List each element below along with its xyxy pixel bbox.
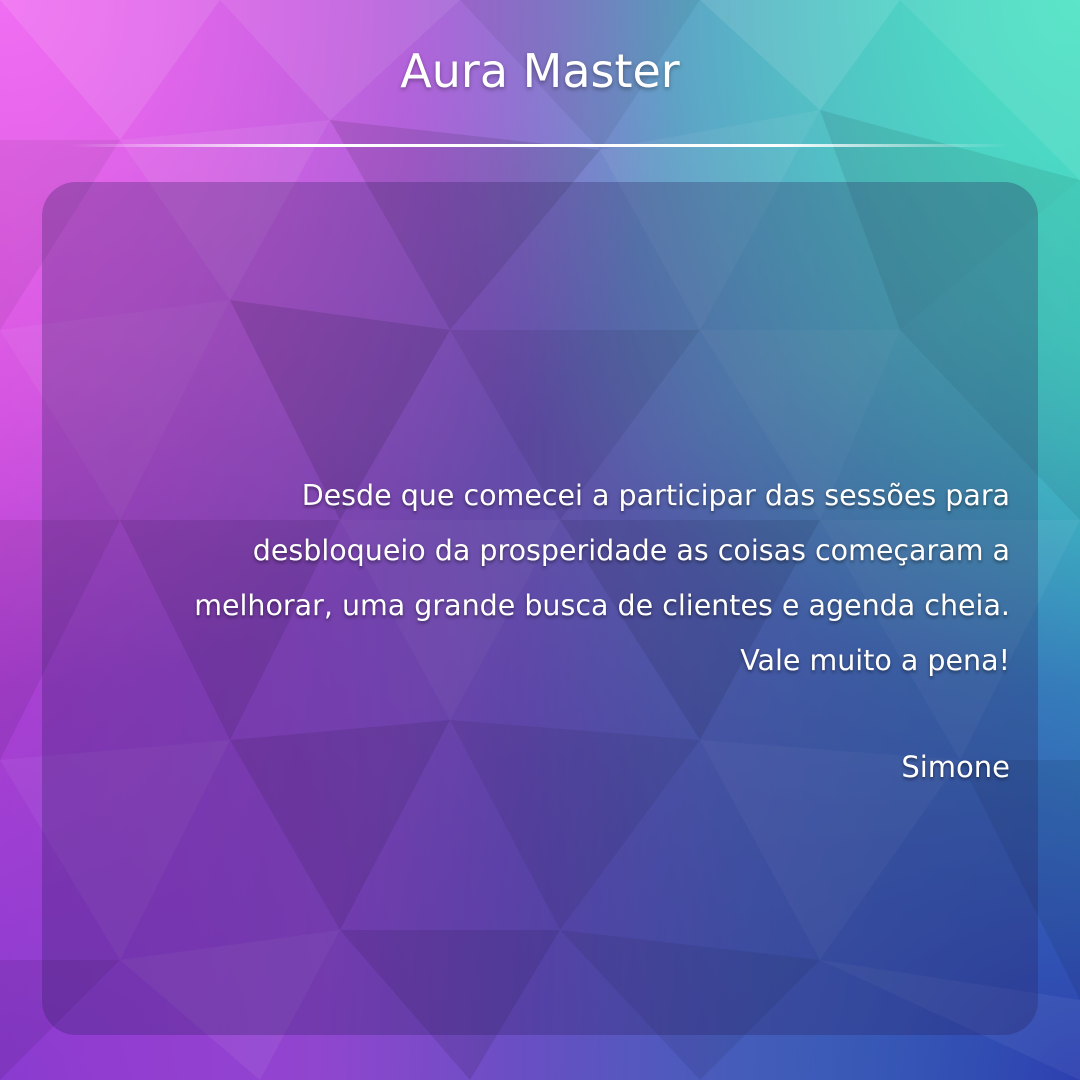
testimonial-line: melhorar, uma grande busca de clientes e…	[194, 589, 1010, 622]
testimonial-line: desbloqueio da prosperidade as coisas co…	[252, 534, 1010, 567]
testimonial-line: Desde que comecei a participar das sessõ…	[301, 479, 1010, 512]
testimonial-text: Desde que comecei a participar das sessõ…	[60, 468, 1010, 688]
title-divider	[70, 144, 1010, 147]
testimonial-line: Vale muito a pena!	[740, 644, 1010, 677]
testimonial-author: Simone	[901, 750, 1010, 784]
page-title: Aura Master	[400, 44, 680, 98]
